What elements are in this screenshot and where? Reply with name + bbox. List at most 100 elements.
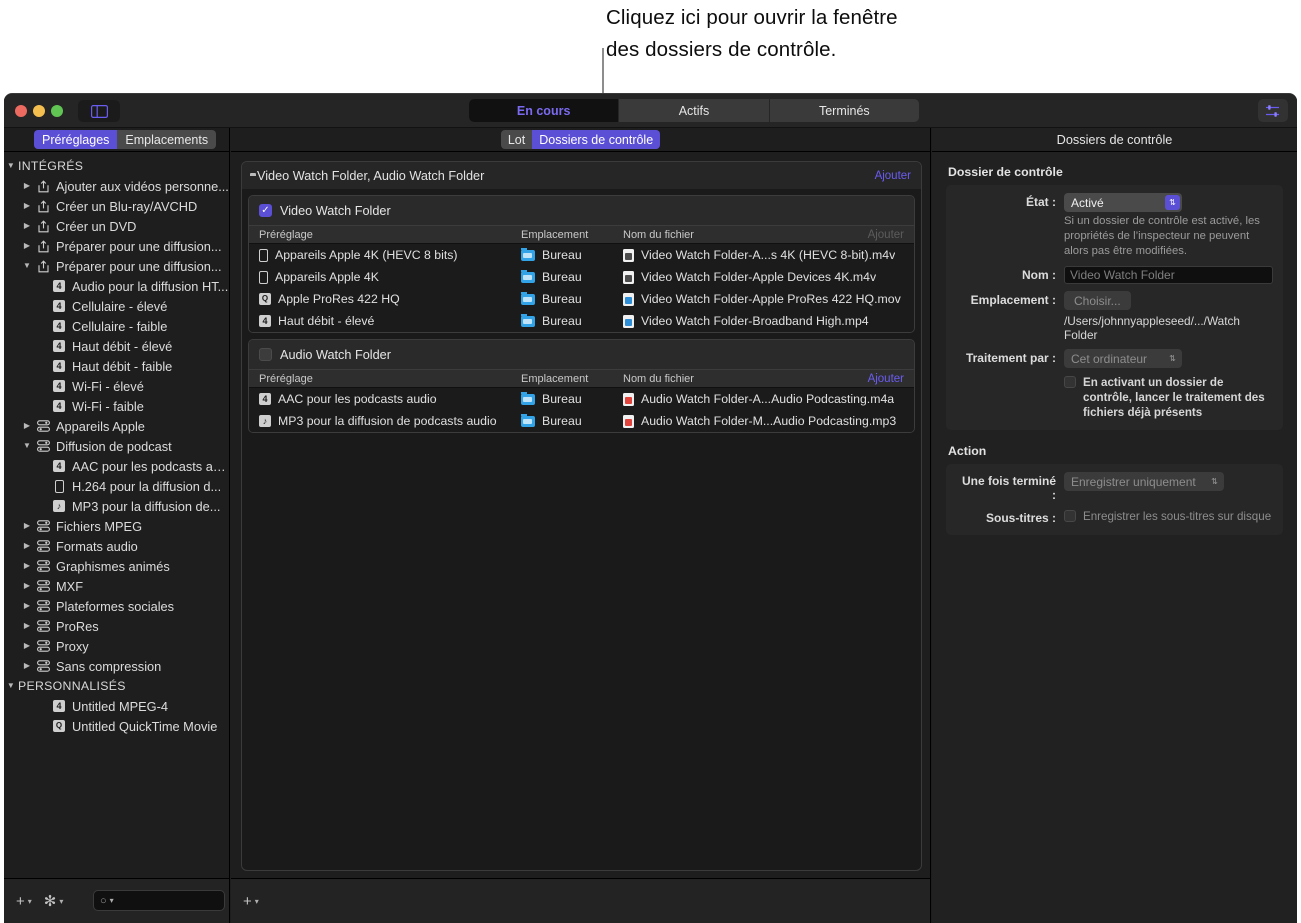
add-preset-to-watch-folder-link[interactable]: Ajouter: [868, 229, 904, 241]
watch-folder-enable-checkbox[interactable]: [259, 348, 272, 361]
table-row[interactable]: 4AAC pour les podcasts audioBureauAudio …: [249, 388, 914, 410]
tree-group-header[interactable]: ▼INTÉGRÉS: [4, 156, 229, 176]
tree-item[interactable]: ▶♪MP3 pour la diffusion de...: [4, 496, 229, 516]
column-header-preset[interactable]: Préréglage: [249, 373, 521, 385]
state-popup-button[interactable]: Activé ⇅: [1064, 193, 1182, 212]
table-row[interactable]: ♪MP3 pour la diffusion de podcasts audio…: [249, 410, 914, 432]
processing-popup-button[interactable]: Cet ordinateur ⇅: [1064, 349, 1182, 368]
table-row[interactable]: QApple ProRes 422 HQBureauVideo Watch Fo…: [249, 288, 914, 310]
sidebar-tab-prereglages[interactable]: Préréglages: [34, 130, 117, 149]
disclosure-triangle-right-icon[interactable]: ▶: [20, 182, 34, 190]
subtitles-checkbox[interactable]: Enregistrer les sous-titres sur disque: [1064, 509, 1273, 524]
preset-actions-button[interactable]: ✻▾: [44, 892, 64, 910]
add-job-button[interactable]: +▾: [243, 893, 259, 910]
sliders-icon: [1265, 104, 1281, 118]
disclosure-triangle-right-icon[interactable]: ▶: [20, 602, 34, 610]
tab-en-cours[interactable]: En cours: [469, 99, 619, 122]
watch-folder-header[interactable]: Audio Watch Folder: [249, 340, 914, 369]
tree-item[interactable]: ▼Diffusion de podcast: [4, 436, 229, 456]
disclosure-triangle-down-icon[interactable]: ▼: [4, 682, 18, 690]
mpeg4-icon: 4: [50, 400, 68, 412]
center-tab-lot[interactable]: Lot: [501, 130, 532, 149]
tree-item[interactable]: ▶Fichiers MPEG: [4, 516, 229, 536]
disclosure-triangle-right-icon[interactable]: ▶: [20, 242, 34, 250]
add-preset-button[interactable]: +▾: [16, 893, 32, 910]
presets-tree[interactable]: ▼INTÉGRÉS▶Ajouter aux vidéos personne...…: [4, 153, 229, 877]
disclosure-triangle-down-icon[interactable]: ▼: [4, 162, 18, 170]
tree-item[interactable]: ▶MXF: [4, 576, 229, 596]
tree-item[interactable]: ▶4Cellulaire - faible: [4, 316, 229, 336]
column-header-filename[interactable]: Nom du fichierAjouter: [623, 373, 914, 385]
search-input[interactable]: ○▾: [93, 890, 225, 911]
tree-item[interactable]: ▶Créer un DVD: [4, 216, 229, 236]
disclosure-triangle-right-icon[interactable]: ▶: [20, 542, 34, 550]
choose-location-button[interactable]: Choisir...: [1064, 291, 1131, 310]
cell-filename-text: Audio Watch Folder-M...Audio Podcasting.…: [641, 414, 896, 428]
job-status-tabs[interactable]: En cours Actifs Terminés: [469, 99, 919, 122]
sidebar-toggle-button[interactable]: [78, 100, 120, 122]
tree-item[interactable]: ▶Ajouter aux vidéos personne...: [4, 176, 229, 196]
start-existing-checkbox[interactable]: En activant un dossier de contrôle, lanc…: [1064, 375, 1273, 420]
inspector-toggle-button[interactable]: [1258, 99, 1288, 122]
sidebar-tab-emplacements[interactable]: Emplacements: [117, 130, 216, 149]
disclosure-triangle-right-icon[interactable]: ▶: [20, 422, 34, 430]
table-row[interactable]: Appareils Apple 4K (HEVC 8 bits)BureauVi…: [249, 244, 914, 266]
add-watch-folder-link[interactable]: Ajouter: [875, 170, 911, 182]
table-row[interactable]: Appareils Apple 4KBureauVideo Watch Fold…: [249, 266, 914, 288]
disclosure-triangle-right-icon[interactable]: ▶: [20, 222, 34, 230]
tree-item-label: Audio pour la diffusion HT...: [72, 279, 228, 294]
disclosure-triangle-right-icon[interactable]: ▶: [20, 622, 34, 630]
disclosure-triangle-right-icon[interactable]: ▶: [20, 642, 34, 650]
disclosure-triangle-right-icon[interactable]: ▶: [20, 202, 34, 210]
tree-item[interactable]: ▶4Audio pour la diffusion HT...: [4, 276, 229, 296]
center-segmented-control[interactable]: Lot Dossiers de contrôle: [501, 130, 660, 149]
tab-actifs[interactable]: Actifs: [619, 99, 769, 122]
column-header-filename[interactable]: Nom du fichierAjouter: [623, 229, 914, 241]
column-header-location[interactable]: Emplacement: [521, 373, 623, 385]
sidebar-segmented-control[interactable]: Préréglages Emplacements: [34, 130, 216, 149]
when-done-popup-button[interactable]: Enregistrer uniquement ⇅: [1064, 472, 1224, 491]
tab-termines[interactable]: Terminés: [770, 99, 919, 122]
zoom-window-button[interactable]: [51, 105, 63, 117]
tree-item[interactable]: ▶Appareils Apple: [4, 416, 229, 436]
tree-item[interactable]: ▶4AAC pour les podcasts au...: [4, 456, 229, 476]
tree-item[interactable]: ▶ProRes: [4, 616, 229, 636]
disclosure-triangle-down-icon[interactable]: ▼: [20, 262, 34, 270]
tree-item[interactable]: ▶Graphismes animés: [4, 556, 229, 576]
tree-item[interactable]: ▶4Cellulaire - élevé: [4, 296, 229, 316]
tree-item[interactable]: ▶H.264 pour la diffusion d...: [4, 476, 229, 496]
tree-item[interactable]: ▶Proxy: [4, 636, 229, 656]
tree-item[interactable]: ▶4Haut débit - élevé: [4, 336, 229, 356]
table-header-row: PréréglageEmplacementNom du fichierAjout…: [249, 225, 914, 244]
add-preset-to-watch-folder-link[interactable]: Ajouter: [868, 373, 904, 385]
cell-filename-text: Audio Watch Folder-A...Audio Podcasting.…: [641, 392, 894, 406]
presets-sidebar: Préréglages Emplacements ▼INTÉGRÉS▶Ajout…: [4, 128, 230, 923]
tree-item[interactable]: ▶Créer un Blu-ray/AVCHD: [4, 196, 229, 216]
tree-group-header[interactable]: ▼PERSONNALISÉS: [4, 676, 229, 696]
disclosure-triangle-right-icon[interactable]: ▶: [20, 662, 34, 670]
tree-item[interactable]: ▶4Untitled MPEG-4: [4, 696, 229, 716]
tree-item[interactable]: ▶4Wi-Fi - faible: [4, 396, 229, 416]
watch-folder-header[interactable]: ✓Video Watch Folder: [249, 196, 914, 225]
tree-item[interactable]: ▶QUntitled QuickTime Movie: [4, 716, 229, 736]
disclosure-triangle-right-icon[interactable]: ▶: [20, 562, 34, 570]
name-field[interactable]: Video Watch Folder: [1064, 266, 1273, 284]
close-window-button[interactable]: [15, 105, 27, 117]
table-row[interactable]: 4Haut débit - élevéBureauVideo Watch Fol…: [249, 310, 914, 332]
search-icon: ○: [100, 895, 107, 907]
disclosure-triangle-right-icon[interactable]: ▶: [20, 522, 34, 530]
minimize-window-button[interactable]: [33, 105, 45, 117]
disclosure-triangle-right-icon[interactable]: ▶: [20, 582, 34, 590]
tree-item[interactable]: ▶Plateformes sociales: [4, 596, 229, 616]
disclosure-triangle-down-icon[interactable]: ▼: [20, 442, 34, 450]
tree-item[interactable]: ▼Préparer pour une diffusion...: [4, 256, 229, 276]
center-tab-dossiers-de-controle[interactable]: Dossiers de contrôle: [532, 130, 660, 149]
column-header-preset[interactable]: Préréglage: [249, 229, 521, 241]
tree-item[interactable]: ▶4Wi-Fi - élevé: [4, 376, 229, 396]
column-header-location[interactable]: Emplacement: [521, 229, 623, 241]
tree-item[interactable]: ▶Sans compression: [4, 656, 229, 676]
tree-item[interactable]: ▶Préparer pour une diffusion...: [4, 236, 229, 256]
watch-folder-enable-checkbox[interactable]: ✓: [259, 204, 272, 217]
tree-item[interactable]: ▶Formats audio: [4, 536, 229, 556]
tree-item[interactable]: ▶4Haut débit - faible: [4, 356, 229, 376]
